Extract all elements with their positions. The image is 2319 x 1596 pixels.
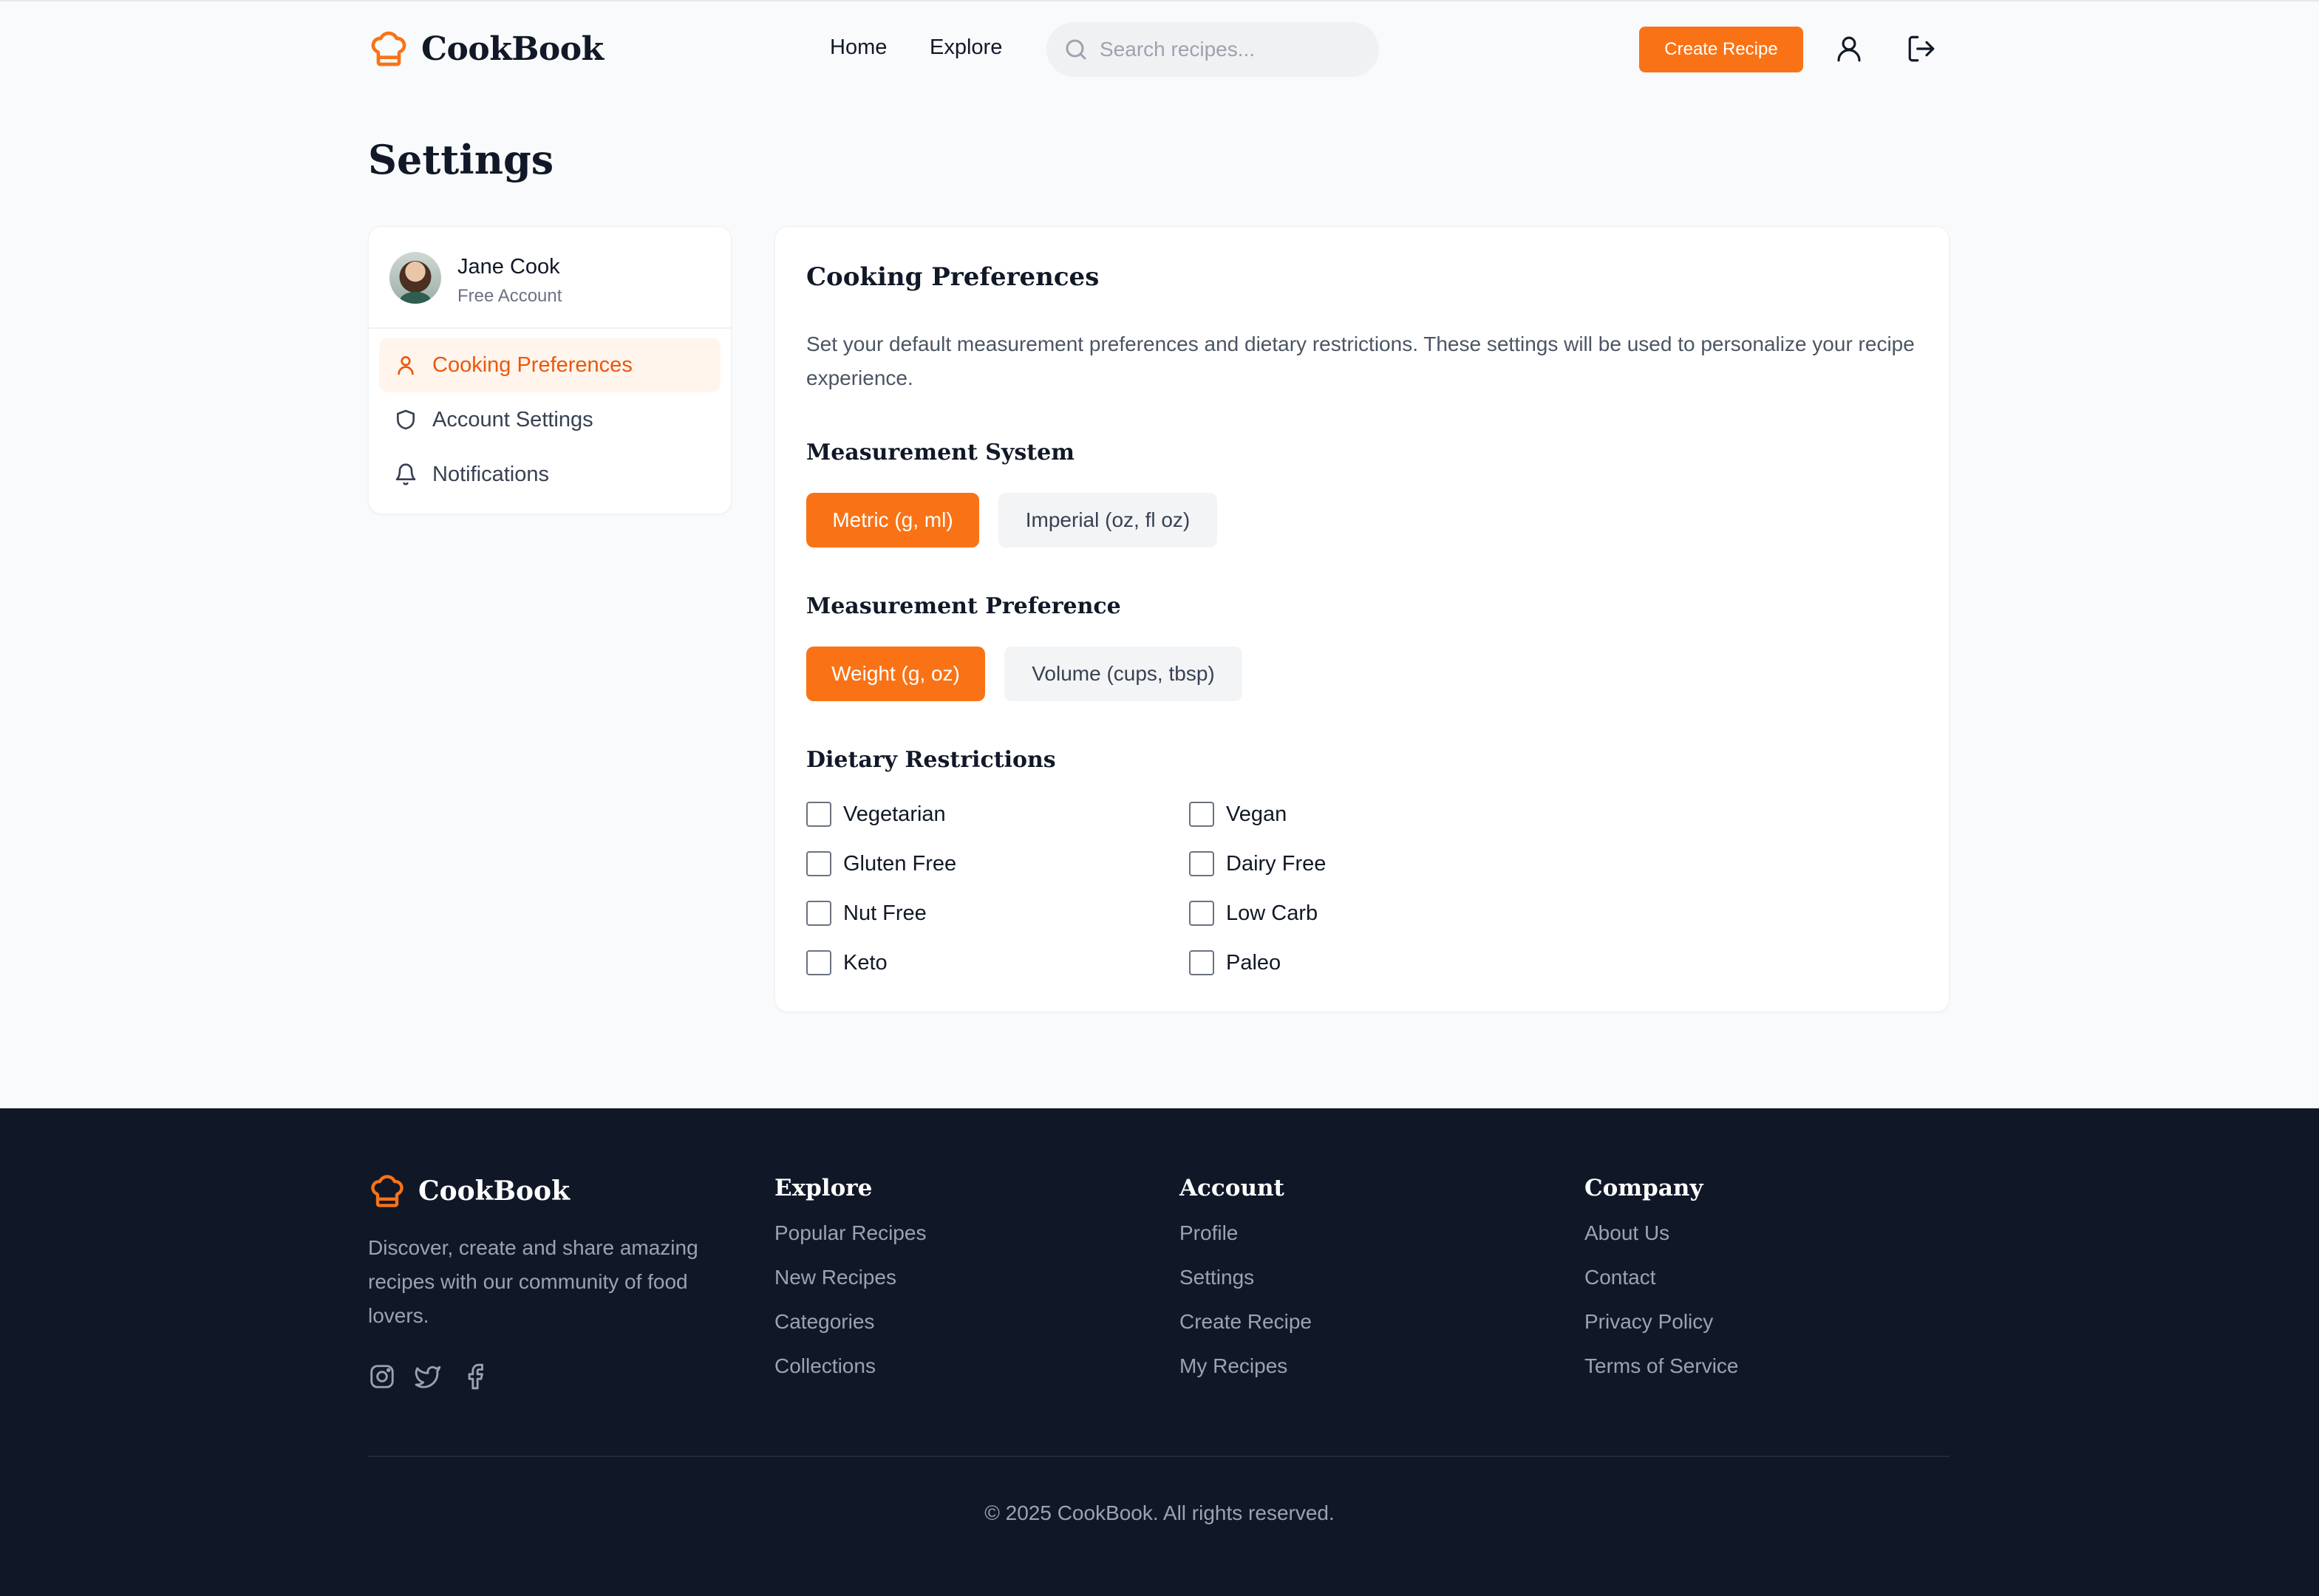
site-footer: CookBook Discover, create and share amaz… xyxy=(0,1108,2319,1596)
footer-link-profile[interactable]: Profile xyxy=(1179,1221,1312,1265)
chef-hat-icon xyxy=(371,1175,403,1207)
user-name: Jane Cook xyxy=(457,255,560,279)
checkbox-box[interactable] xyxy=(1189,901,1214,926)
checkbox-box[interactable] xyxy=(1189,950,1214,975)
sidebar-item-account-settings[interactable]: Account Settings xyxy=(379,392,721,447)
footer-link-categories[interactable]: Categories xyxy=(774,1309,926,1354)
checkbox-label: Dairy Free xyxy=(1226,851,1327,876)
footer-brand-name: CookBook xyxy=(418,1176,571,1207)
settings-sidebar: Jane Cook Free Account Cooking Preferenc… xyxy=(368,226,732,514)
volume-option-button[interactable]: Volume (cups, tbsp) xyxy=(1004,647,1242,701)
sidebar-item-label: Cooking Preferences xyxy=(432,352,633,377)
facebook-icon xyxy=(468,1363,483,1390)
checkbox-label: Keto xyxy=(843,950,888,975)
user-icon xyxy=(398,356,414,375)
footer-link-contact[interactable]: Contact xyxy=(1584,1265,1739,1309)
page-title: Settings xyxy=(368,136,554,183)
footer-column-title: Explore xyxy=(774,1175,873,1201)
footer-column-title: Account xyxy=(1179,1175,1284,1201)
footer-link-create-recipe[interactable]: Create Recipe xyxy=(1179,1309,1312,1354)
checkbox-label: Low Carb xyxy=(1226,901,1318,925)
low-carb-checkbox[interactable]: Low Carb xyxy=(1189,901,1318,926)
chef-hat-icon xyxy=(371,31,406,66)
footer-column-explore: Explore Popular Recipes New Recipes Cate… xyxy=(774,1175,926,1398)
footer-column-company: Company About Us Contact Privacy Policy … xyxy=(1584,1175,1739,1398)
nav-explore-link[interactable]: Explore xyxy=(930,35,1002,60)
footer-link-collections[interactable]: Collections xyxy=(774,1354,926,1398)
checkbox-label: Paleo xyxy=(1226,950,1281,975)
dairy-free-checkbox[interactable]: Dairy Free xyxy=(1189,851,1326,876)
card-description: Set your default measurement preferences… xyxy=(806,332,1915,389)
top-navbar: CookBook Home Explore Create Recipe xyxy=(368,1,1949,98)
footer-tagline: Discover, create and share amazing recip… xyxy=(368,1236,698,1327)
imperial-option-button[interactable]: Imperial (oz, fl oz) xyxy=(998,493,1217,548)
twitter-icon xyxy=(415,1365,441,1388)
bell-icon xyxy=(395,463,416,485)
gluten-free-checkbox[interactable]: Gluten Free xyxy=(806,851,956,876)
sidebar-item-label: Notifications xyxy=(432,462,549,486)
metric-option-button[interactable]: Metric (g, ml) xyxy=(806,493,979,548)
footer-link-terms-of-service[interactable]: Terms of Service xyxy=(1584,1354,1739,1398)
checkbox-label: Gluten Free xyxy=(843,851,957,876)
checkbox-box[interactable] xyxy=(806,851,831,876)
card-title: Cooking Preferences xyxy=(806,262,1100,292)
sidebar-item-cooking-preferences[interactable]: Cooking Preferences xyxy=(379,338,721,392)
footer-link-new-recipes[interactable]: New Recipes xyxy=(774,1265,926,1309)
checkbox-box[interactable] xyxy=(806,901,831,926)
search-icon xyxy=(1066,39,1086,60)
keto-checkbox[interactable]: Keto xyxy=(806,950,888,975)
footer-column-title: Company xyxy=(1584,1175,1703,1201)
search-input[interactable] xyxy=(1100,38,1366,61)
vegan-checkbox[interactable]: Vegan xyxy=(1189,802,1287,827)
avatar xyxy=(389,252,441,304)
cooking-preferences-card: Cooking Preferences Set your default mea… xyxy=(774,226,1949,1012)
instagram-icon xyxy=(370,1365,394,1388)
footer-link-about-us[interactable]: About Us xyxy=(1584,1221,1739,1265)
nav-home-link[interactable]: Home xyxy=(830,35,887,60)
footer-divider xyxy=(368,1456,1949,1457)
logout-button[interactable] xyxy=(1904,31,1939,66)
measurement-system-title: Measurement System xyxy=(806,440,1075,466)
profile-button[interactable] xyxy=(1831,31,1867,66)
footer-link-privacy-policy[interactable]: Privacy Policy xyxy=(1584,1309,1739,1354)
footer-link-popular-recipes[interactable]: Popular Recipes xyxy=(774,1221,926,1265)
shield-icon xyxy=(397,409,415,430)
checkbox-label: Vegan xyxy=(1226,802,1287,826)
user-plan: Free Account xyxy=(457,286,562,306)
vegetarian-checkbox[interactable]: Vegetarian xyxy=(806,802,946,827)
measurement-preference-title: Measurement Preference xyxy=(806,593,1121,619)
weight-option-button[interactable]: Weight (g, oz) xyxy=(806,647,985,701)
sidebar-item-notifications[interactable]: Notifications xyxy=(379,447,721,502)
checkbox-box[interactable] xyxy=(1189,802,1214,827)
sidebar-item-label: Account Settings xyxy=(432,407,593,432)
footer-link-settings[interactable]: Settings xyxy=(1179,1265,1312,1309)
create-recipe-button[interactable]: Create Recipe xyxy=(1639,27,1803,72)
paleo-checkbox[interactable]: Paleo xyxy=(1189,950,1281,975)
brand-name: CookBook xyxy=(421,30,604,68)
checkbox-box[interactable] xyxy=(806,950,831,975)
checkbox-box[interactable] xyxy=(806,802,831,827)
footer-column-account: Account Profile Settings Create Recipe M… xyxy=(1179,1175,1312,1398)
user-icon xyxy=(1837,36,1861,62)
facebook-link[interactable] xyxy=(461,1363,489,1391)
dietary-restrictions-title: Dietary Restrictions xyxy=(806,747,1056,773)
footer-link-my-recipes[interactable]: My Recipes xyxy=(1179,1354,1312,1398)
instagram-link[interactable] xyxy=(368,1363,396,1391)
nut-free-checkbox[interactable]: Nut Free xyxy=(806,901,927,926)
twitter-link[interactable] xyxy=(414,1363,442,1391)
profile-summary: Jane Cook Free Account xyxy=(369,227,731,329)
checkbox-label: Vegetarian xyxy=(843,802,946,826)
checkbox-label: Nut Free xyxy=(843,901,927,925)
footer-copyright: © 2025 CookBook. All rights reserved. xyxy=(984,1501,1335,1524)
brand-logo[interactable]: CookBook xyxy=(368,28,604,69)
search-bar[interactable] xyxy=(1046,22,1379,77)
footer-brand-logo[interactable]: CookBook xyxy=(368,1172,570,1210)
checkbox-box[interactable] xyxy=(1189,851,1214,876)
settings-menu: Cooking Preferences Account Settings Not… xyxy=(369,329,731,511)
logout-icon xyxy=(1908,35,1935,62)
